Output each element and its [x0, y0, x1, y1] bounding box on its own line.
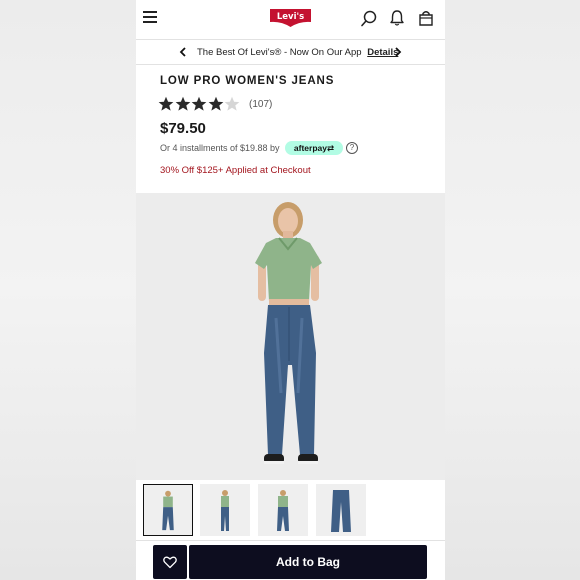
chevron-left-icon[interactable] — [178, 46, 188, 58]
product-main-image[interactable] — [136, 193, 445, 480]
afterpay-arrows-icon: ⇄ — [326, 143, 335, 153]
top-header: Levi's — [136, 0, 445, 40]
promo-text: The Best Of Levi's® - Now On Our App — [197, 47, 362, 58]
app-screen: Levi's The Best Of Levi's® - Now On Our … — [136, 0, 445, 580]
thumbnail-strip — [136, 483, 445, 537]
star-rating[interactable] — [158, 96, 241, 112]
wishlist-button[interactable] — [153, 545, 187, 579]
question-icon[interactable]: ? — [346, 142, 358, 154]
thumbnail-flat[interactable] — [316, 484, 366, 536]
review-count[interactable]: (107) — [249, 99, 272, 110]
chevron-right-icon[interactable] — [393, 46, 403, 58]
product-price: $79.50 — [160, 120, 206, 137]
star-filled-icon — [208, 96, 223, 111]
star-empty-icon — [224, 96, 240, 111]
hamburger-menu-icon[interactable] — [143, 11, 157, 23]
installments-text: Or 4 installments of $19.88 by — [160, 143, 280, 153]
model-illustration — [136, 193, 445, 480]
search-icon[interactable] — [360, 9, 378, 27]
promo-text-wrap: The Best Of Levi's® - Now On Our App Det… — [197, 47, 398, 58]
promo-banner: The Best Of Levi's® - Now On Our App Det… — [136, 41, 445, 65]
bottom-action-bar: Add to Bag — [136, 540, 445, 580]
star-filled-icon — [158, 96, 174, 111]
brand-logo[interactable]: Levi's — [269, 8, 312, 28]
thumbnail-front[interactable] — [143, 484, 193, 536]
add-to-bag-button[interactable]: Add to Bag — [189, 545, 427, 579]
afterpay-label: afterpay — [293, 143, 327, 153]
thumbnail-side[interactable] — [200, 484, 250, 536]
heart-icon — [163, 556, 177, 569]
star-filled-icon — [175, 96, 190, 111]
svg-text:Levi's: Levi's — [277, 12, 304, 22]
discount-notice: 30% Off $125+ Applied at Checkout — [160, 165, 311, 176]
bell-icon[interactable] — [388, 9, 406, 27]
thumbnail-back[interactable] — [258, 484, 308, 536]
product-title: LOW PRO WOMEN'S JEANS — [160, 75, 335, 87]
star-filled-icon — [191, 96, 207, 111]
afterpay-badge[interactable]: afterpay⇄ — [285, 141, 343, 155]
shopping-bag-icon[interactable] — [417, 9, 435, 27]
